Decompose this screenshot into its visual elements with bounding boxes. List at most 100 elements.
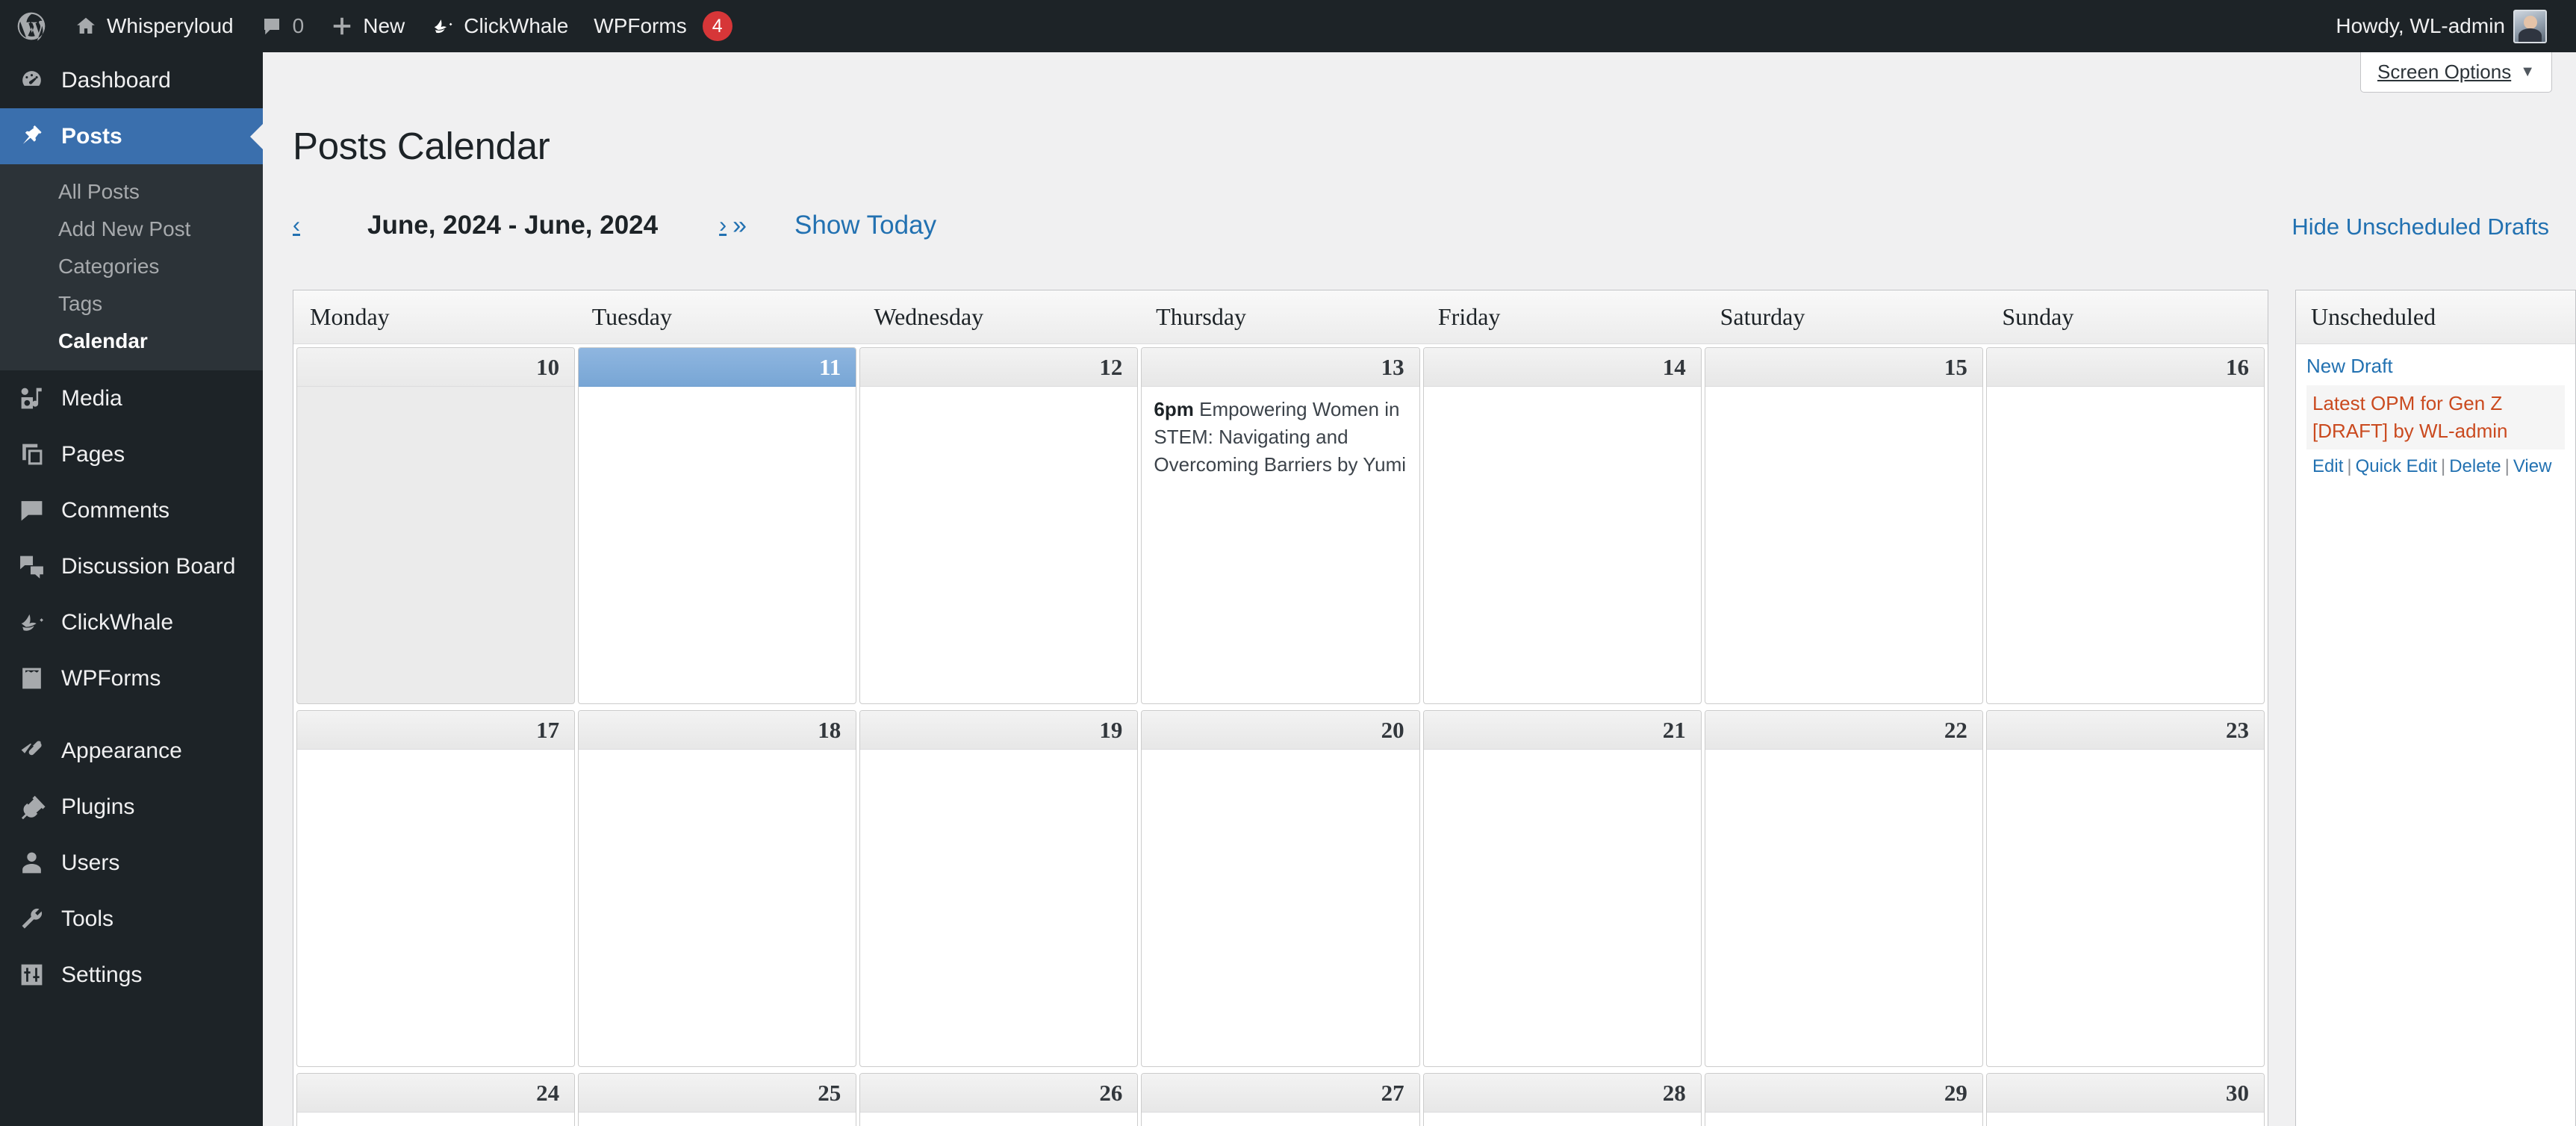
new-draft-link[interactable]: New Draft: [2306, 355, 2565, 378]
screen-options-label: Screen Options: [2377, 60, 2512, 83]
comments-bubble-menu[interactable]: 0: [246, 0, 317, 52]
sidebar-item-plugins[interactable]: Plugins: [0, 779, 263, 835]
calendar-day-cell-28[interactable]: 28: [1422, 1073, 1702, 1126]
calendar-day-number: 30: [1986, 1074, 2264, 1113]
calendar-day-number: 22: [1705, 711, 1982, 750]
calendar-day-number: 18: [579, 711, 856, 750]
admin-sidebar-menu: Dashboard Posts All Posts Add New Post Categ…: [0, 52, 263, 1126]
calendar-day-cell-14[interactable]: 14: [1422, 347, 1702, 704]
submenu-item-all-posts[interactable]: All Posts: [0, 173, 263, 211]
calendar-day-cell-13[interactable]: 13 6pm Empowering Women in STEM: Navigati…: [1141, 347, 1420, 704]
calendar-range-label: June, 2024 - June, 2024: [367, 211, 659, 240]
calendar-day-cell-20[interactable]: 20: [1141, 710, 1420, 1067]
calendar-day-events: [579, 750, 856, 1066]
calendar-day-cell-18[interactable]: 18: [578, 710, 857, 1067]
next-jump-button[interactable]: »: [729, 211, 750, 240]
new-content-menu[interactable]: New: [317, 0, 417, 52]
calendar-day-cell-16[interactable]: 16: [1985, 347, 2265, 704]
sidebar-item-pages[interactable]: Pages: [0, 426, 263, 482]
sidebar-item-settings[interactable]: Settings: [0, 947, 263, 1003]
calendar-day-events: [297, 387, 574, 703]
sidebar-item-posts[interactable]: Posts: [0, 108, 263, 164]
calendar-day-cell-12[interactable]: 12: [859, 347, 1139, 704]
action-separator: |: [2440, 455, 2446, 476]
calendar-day-cell-30[interactable]: 30: [1985, 1073, 2265, 1126]
clickwhale-icon: [430, 13, 455, 39]
calendar-day-cell-10[interactable]: 10: [296, 347, 576, 704]
action-separator: |: [2504, 455, 2510, 476]
wpforms-badge: 4: [702, 11, 732, 41]
hide-unscheduled-drafts-link[interactable]: Hide Unscheduled Drafts: [2292, 214, 2549, 240]
calendar-day-number: 19: [860, 711, 1138, 750]
calendar-day-number: 28: [1423, 1074, 1701, 1113]
site-name-label: Whisperyloud: [107, 14, 234, 37]
draft-row-actions: Edit | Quick Edit | Delete | View: [2306, 450, 2565, 479]
my-account-menu[interactable]: Howdy, WL-admin: [2321, 0, 2560, 52]
media-icon: [16, 385, 46, 412]
wpforms-icon: [16, 665, 46, 692]
sidebar-item-media[interactable]: Media: [0, 370, 263, 426]
sidebar-item-label: Pages: [61, 441, 125, 467]
calendar-dayname-sunday: Sunday: [2002, 303, 2074, 330]
calendar-day-cell-24[interactable]: 24: [296, 1073, 576, 1126]
submenu-item-tags[interactable]: Tags: [0, 285, 263, 323]
unscheduled-draft-item[interactable]: Latest OPM for Gen Z [DRAFT] by WL-admin: [2306, 385, 2565, 450]
submenu-item-calendar[interactable]: Calendar: [0, 323, 263, 360]
calendar-day-number: 23: [1986, 711, 2264, 750]
site-name-menu[interactable]: Whisperyloud: [60, 0, 246, 52]
next-month-button[interactable]: ›: [716, 213, 729, 238]
prev-month-button[interactable]: ‹: [290, 213, 303, 238]
calendar-event[interactable]: 6pm Empowering Women in STEM: Navigating…: [1154, 396, 1407, 479]
submenu-item-add-new-post[interactable]: Add New Post: [0, 211, 263, 248]
pin-icon: [16, 122, 46, 150]
calendar-day-number: 11: [579, 348, 856, 387]
sidebar-item-dashboard[interactable]: Dashboard: [0, 52, 263, 108]
calendar-day-cell-15[interactable]: 15: [1704, 347, 1983, 704]
new-label: New: [363, 14, 405, 37]
appearance-icon: [16, 737, 46, 765]
sidebar-item-label: Media: [61, 385, 122, 411]
sidebar-item-clickwhale[interactable]: ClickWhale: [0, 594, 263, 650]
unscheduled-heading: Unscheduled: [2296, 290, 2575, 344]
clickwhale-menu[interactable]: ClickWhale: [417, 0, 581, 52]
submenu-item-categories[interactable]: Categories: [0, 248, 263, 285]
chevron-down-icon: ▼: [2520, 63, 2535, 80]
wpforms-menu[interactable]: WPForms 4: [581, 0, 744, 52]
event-time: 6pm: [1154, 398, 1194, 420]
calendar-day-cell-27[interactable]: 27: [1141, 1073, 1420, 1126]
calendar-day-cell-25[interactable]: 25: [578, 1073, 857, 1126]
draft-action-quick-edit[interactable]: Quick Edit: [2356, 456, 2437, 476]
wordpress-logo-menu[interactable]: [0, 0, 60, 52]
calendar-day-cell-19[interactable]: 19: [859, 710, 1139, 1067]
draft-action-delete[interactable]: Delete: [2449, 456, 2501, 476]
sidebar-item-tools[interactable]: Tools: [0, 891, 263, 947]
calendar-day-cell-26[interactable]: 26: [859, 1073, 1139, 1126]
sidebar-item-label: Comments: [61, 497, 170, 523]
draft-action-view[interactable]: View: [2513, 456, 2552, 476]
pages-icon: [16, 441, 46, 468]
calendar-dayname-thursday: Thursday: [1156, 303, 1247, 330]
sidebar-item-users[interactable]: Users: [0, 835, 263, 891]
sidebar-item-label: Users: [61, 850, 120, 875]
calendar-day-cell-23[interactable]: 23: [1985, 710, 2265, 1067]
draft-action-edit[interactable]: Edit: [2312, 456, 2343, 476]
calendar-day-cell-22[interactable]: 22: [1704, 710, 1983, 1067]
sidebar-item-appearance[interactable]: Appearance: [0, 723, 263, 779]
calendar-day-cell-29[interactable]: 29: [1704, 1073, 1983, 1126]
calendar-day-cell-11[interactable]: 11: [578, 347, 857, 704]
unscheduled-list: New Draft Latest OPM for Gen Z [DRAFT] by…: [2296, 344, 2575, 479]
calendar-day-number: 26: [860, 1074, 1138, 1113]
calendar-day-events: [1705, 387, 1982, 703]
calendar-day-cell-17[interactable]: 17: [296, 710, 576, 1067]
comment-count: 0: [292, 14, 305, 37]
sidebar-item-wpforms[interactable]: WPForms: [0, 650, 263, 706]
sidebar-item-label: Plugins: [61, 794, 135, 819]
calendar-day-cell-21[interactable]: 21: [1422, 710, 1702, 1067]
sidebar-item-label: WPForms: [61, 665, 161, 691]
calendar-dayname-tuesday: Tuesday: [591, 303, 672, 330]
show-today-link[interactable]: Show Today: [794, 211, 936, 240]
sidebar-item-discussion-board[interactable]: Discussion Board: [0, 538, 263, 594]
sidebar-item-comments[interactable]: Comments: [0, 482, 263, 538]
comments-icon: [16, 497, 46, 524]
screen-options-button[interactable]: Screen Options ▼: [2359, 52, 2552, 93]
